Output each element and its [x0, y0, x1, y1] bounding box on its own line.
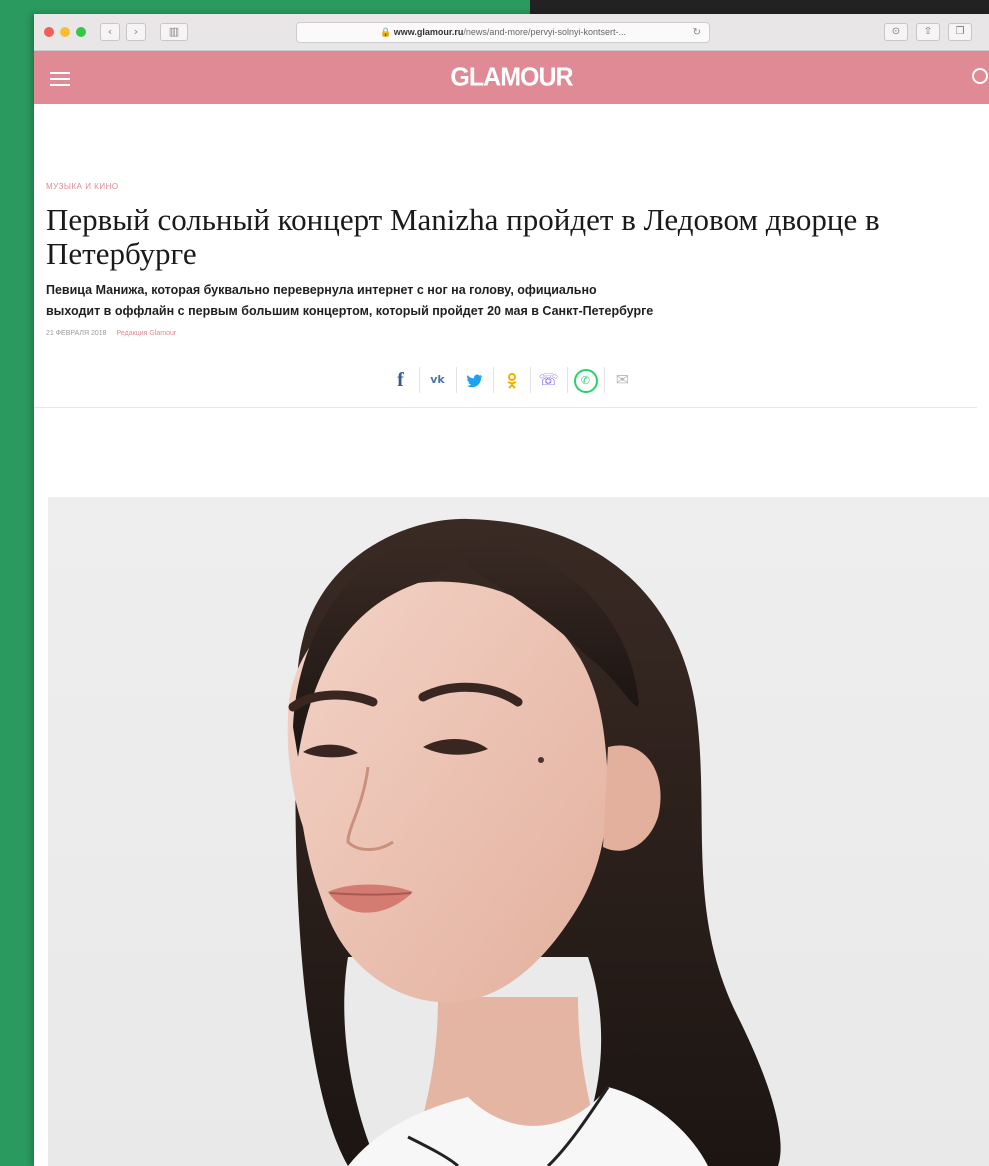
close-window-button[interactable]: [44, 27, 54, 37]
article-lead-line: выходит в оффлайн с первым большим конце…: [46, 304, 654, 318]
whatsapp-glyph: ✆: [573, 368, 598, 393]
minimize-window-button[interactable]: [60, 27, 70, 37]
share-icon[interactable]: ⇧: [916, 23, 940, 41]
zoom-window-button[interactable]: [76, 27, 86, 37]
article-photo[interactable]: [48, 497, 989, 1166]
article-date: 21 ФЕВРАЛЯ 2018: [46, 330, 107, 337]
article-lead: Певица Манижа, которая буквально перевер…: [46, 280, 989, 322]
article: МУЗЫКА И КИНО Первый сольный концерт Man…: [34, 182, 989, 408]
article-meta: 21 ФЕВРАЛЯ 2018 Редакция Glamour: [46, 330, 989, 337]
url-host: www.glamour.ru: [393, 27, 464, 37]
article-title: Первый сольный концерт Manizha пройдет в…: [46, 202, 880, 271]
browser-toolbar: ‹ › ▥ 🔒 www.glamour.ru/news/and-more/per…: [34, 14, 989, 51]
url-path: /news/and-more/pervyi-solnyi-kontsert-..…: [463, 27, 626, 37]
background-dark-band: [530, 0, 989, 14]
address-bar[interactable]: 🔒 www.glamour.ru/news/and-more/pervyi-so…: [296, 22, 710, 43]
share-bar: f vk ☏ ✆ ✉: [34, 367, 977, 408]
lock-icon: 🔒: [380, 27, 392, 37]
site-header: GLAMOUR: [34, 51, 989, 104]
sidebar-icon[interactable]: ▥: [160, 23, 188, 41]
window-controls: [44, 27, 86, 37]
twitter-icon[interactable]: [455, 367, 493, 393]
site-logo[interactable]: GLAMOUR: [34, 62, 989, 92]
email-icon[interactable]: ✉: [603, 367, 641, 393]
download-icon[interactable]: ⊙: [884, 23, 908, 41]
article-author[interactable]: Редакция Glamour: [117, 330, 177, 337]
article-rubric[interactable]: МУЗЫКА И КИНО: [46, 182, 989, 191]
chevron-left-icon[interactable]: ‹: [100, 23, 120, 41]
tabs-icon[interactable]: ❐: [948, 23, 972, 41]
whatsapp-icon[interactable]: ✆: [566, 367, 604, 393]
facebook-icon[interactable]: f: [383, 367, 419, 393]
viber-icon[interactable]: ☏: [529, 367, 567, 393]
toolbar-right: ⊙ ⇧ ❐: [884, 23, 972, 41]
chevron-right-icon[interactable]: ›: [126, 23, 146, 41]
portrait-illustration: [287, 518, 781, 1166]
reload-icon[interactable]: ↻: [693, 23, 701, 42]
article-lead-line: Певица Манижа, которая буквально перевер…: [46, 283, 597, 297]
odnoklassniki-icon[interactable]: [492, 367, 530, 393]
vk-icon[interactable]: vk: [418, 367, 456, 393]
browser-window: ‹ › ▥ 🔒 www.glamour.ru/news/and-more/per…: [34, 14, 989, 1166]
search-icon[interactable]: [972, 68, 988, 84]
